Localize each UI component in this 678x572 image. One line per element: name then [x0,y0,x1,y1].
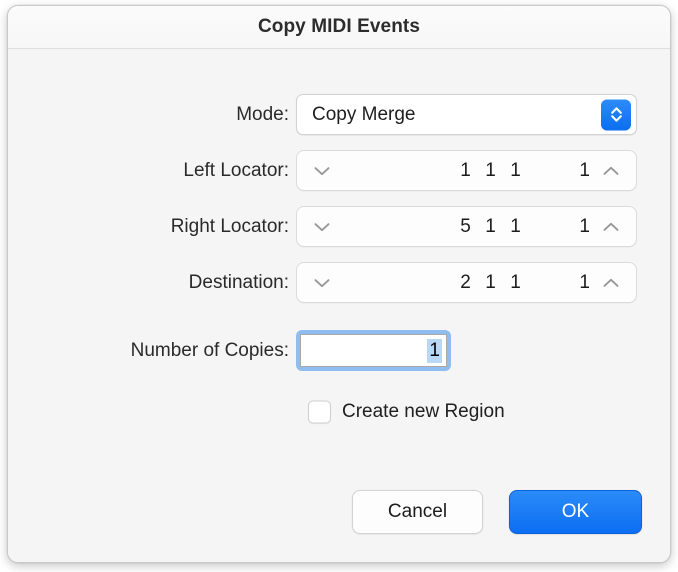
create-new-region-label: Create new Region [342,401,505,423]
destination-value: 2 1 1 1 [453,272,590,294]
left-locator-division: 1 [503,160,528,182]
number-of-copies-label: Number of Copies: [8,340,289,362]
left-locator-beat: 1 [478,160,503,182]
left-locator-bar: 1 [453,160,478,182]
left-locator-tick: 1 [550,160,590,182]
left-locator-row: Left Locator: 1 1 1 1 [8,150,670,192]
dialog-titlebar: Copy MIDI Events [8,6,670,49]
number-of-copies-input[interactable]: 1 [296,330,451,371]
mode-popup-button[interactable]: Copy Merge [296,94,637,135]
destination-division: 1 [503,272,528,294]
screen: Copy MIDI Events Mode: Copy Merge [0,0,678,572]
left-locator-field[interactable]: 1 1 1 1 [296,150,637,191]
chevron-up-icon[interactable] [598,158,624,184]
copy-midi-events-dialog: Copy MIDI Events Mode: Copy Merge [7,5,671,563]
number-of-copies-value: 1 [427,339,442,363]
chevron-up-icon[interactable] [598,214,624,240]
number-of-copies-input-inner[interactable]: 1 [300,334,447,367]
destination-field[interactable]: 2 1 1 1 [296,262,637,303]
right-locator-tick: 1 [550,216,590,238]
create-new-region-checkbox[interactable] [308,401,331,424]
destination-label: Destination: [8,272,289,294]
mode-label: Mode: [8,104,289,126]
dialog-body: Mode: Copy Merge Left Locator: [8,49,670,562]
destination-beat: 1 [478,272,503,294]
destination-row: Destination: 2 1 1 1 [8,262,670,304]
chevron-down-icon[interactable] [309,214,335,240]
mode-row: Mode: Copy Merge [8,94,670,136]
mode-popup-value: Copy Merge [312,104,416,126]
create-new-region-row[interactable]: Create new Region [8,397,670,427]
chevron-down-icon[interactable] [309,270,335,296]
chevron-up-icon[interactable] [598,270,624,296]
right-locator-bar: 5 [453,216,478,238]
right-locator-division: 1 [503,216,528,238]
chevron-up-down-icon [601,99,631,130]
destination-tick: 1 [550,272,590,294]
right-locator-label: Right Locator: [8,216,289,238]
left-locator-value: 1 1 1 1 [453,160,590,182]
right-locator-value: 5 1 1 1 [453,216,590,238]
cancel-button[interactable]: Cancel [352,490,483,534]
left-locator-label: Left Locator: [8,160,289,182]
right-locator-row: Right Locator: 5 1 1 1 [8,206,670,248]
right-locator-beat: 1 [478,216,503,238]
chevron-down-icon[interactable] [309,158,335,184]
right-locator-field[interactable]: 5 1 1 1 [296,206,637,247]
ok-button[interactable]: OK [509,490,642,534]
dialog-title: Copy MIDI Events [8,16,670,38]
destination-bar: 2 [453,272,478,294]
number-of-copies-row: Number of Copies: 1 [8,330,670,372]
